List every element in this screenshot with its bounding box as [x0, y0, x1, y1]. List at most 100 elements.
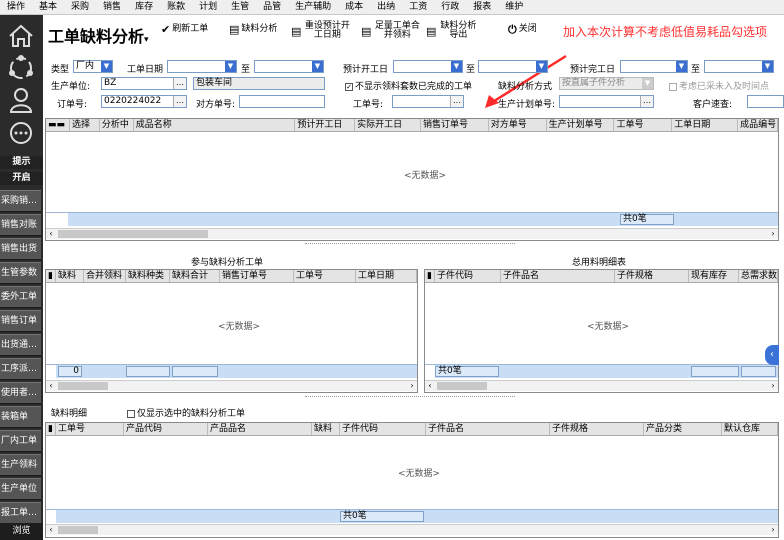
- menu-sales[interactable]: 销售: [96, 0, 128, 15]
- menu-cost[interactable]: 成本: [338, 0, 370, 15]
- chat-icon[interactable]: [6, 119, 36, 149]
- list-icon: ▤: [229, 23, 240, 36]
- refresh-button[interactable]: ✔ 刷新工单: [161, 24, 208, 35]
- chevron-right-icon[interactable]: ›: [407, 381, 417, 391]
- sidebar-item[interactable]: 委外工单: [0, 286, 41, 308]
- scroll-thumb[interactable]: [58, 230, 208, 238]
- sidebar-item[interactable]: 厂内工单: [0, 430, 41, 452]
- method-select[interactable]: 按直属子件分析 ▼: [559, 77, 654, 90]
- sidebar-item[interactable]: 生管参数: [0, 262, 41, 284]
- chevron-down-icon: ▼: [536, 61, 547, 72]
- wo-date-from[interactable]: ▼: [167, 60, 237, 73]
- menu-plan[interactable]: 计划: [192, 0, 224, 15]
- menu-reports[interactable]: 报表: [466, 0, 498, 15]
- chevron-right-icon[interactable]: ›: [768, 229, 778, 239]
- est-start-to[interactable]: ▼: [478, 60, 548, 73]
- chevron-left-icon[interactable]: ‹: [46, 525, 56, 535]
- network-icon[interactable]: [6, 53, 36, 83]
- checkbox-icon[interactable]: [669, 82, 677, 91]
- sidebar-item[interactable]: 采购销…: [0, 190, 41, 212]
- reset-start-date-button[interactable]: ▤ 重设预计开工日期: [291, 22, 351, 40]
- sidebar-item[interactable]: 报工单…: [0, 502, 41, 524]
- menu-admin[interactable]: 行政: [434, 0, 466, 15]
- checkbox-checked-icon[interactable]: ✓: [345, 82, 353, 91]
- sidebar-item[interactable]: 出货通…: [0, 334, 41, 356]
- chevron-left-icon[interactable]: ‹: [46, 229, 56, 239]
- menu-accounts[interactable]: 账款: [160, 0, 192, 15]
- footer-cell: [741, 366, 776, 377]
- wo-date-to[interactable]: ▼: [254, 60, 324, 73]
- cust-order-input[interactable]: [239, 95, 325, 108]
- menu-production[interactable]: 生管: [224, 0, 256, 15]
- order-input[interactable]: 0220224022…: [101, 95, 187, 108]
- sidebar-item[interactable]: 生产单位: [0, 478, 41, 500]
- consider-checkbox[interactable]: 考虑已采未入及时间点: [669, 79, 769, 92]
- menu-operate[interactable]: 操作: [0, 0, 32, 15]
- menu-cashier[interactable]: 出纳: [370, 0, 402, 15]
- scroll-thumb[interactable]: [58, 382, 108, 390]
- ellipsis-icon[interactable]: …: [450, 96, 463, 107]
- grid-footer: 共0笔: [46, 212, 778, 226]
- chevron-right-icon[interactable]: ›: [768, 381, 778, 391]
- merge-picking-button[interactable]: ▤ 足量工单合并领料: [361, 22, 421, 40]
- chevron-down-icon: ▼: [676, 61, 687, 72]
- wo-no-input[interactable]: …: [392, 95, 464, 108]
- shortage-analysis-button[interactable]: ▤ 缺料分析: [229, 23, 277, 36]
- cust-order-label: 对方单号:: [196, 100, 236, 110]
- horizontal-scrollbar[interactable]: ‹ ›: [46, 228, 778, 239]
- sidebar-open[interactable]: 开启: [0, 172, 43, 185]
- checkbox-icon[interactable]: [127, 409, 135, 418]
- only-selected-checkbox[interactable]: 仅显示选中的缺料分析工单: [127, 406, 245, 419]
- scroll-thumb[interactable]: [58, 526, 98, 534]
- home-icon[interactable]: [6, 21, 36, 51]
- scroll-thumb[interactable]: [437, 382, 487, 390]
- splitter[interactable]: [305, 243, 515, 247]
- sidebar-item[interactable]: 销售订单: [0, 310, 41, 332]
- est-finish-from[interactable]: ▼: [620, 60, 688, 73]
- hide-done-checkbox[interactable]: ✓ 不显示领料套数已完成的工单: [345, 79, 472, 92]
- menu-bar: 操作 基本 采购 销售 库存 账款 计划 生管 品管 生产辅助 成本 出纳 工资…: [0, 0, 784, 15]
- collapse-panel-icon[interactable]: ‹: [765, 345, 779, 365]
- export-button[interactable]: ▤ 缺料分析导出: [426, 22, 478, 40]
- est-start-from[interactable]: ▼: [393, 60, 463, 73]
- prod-unit-label: 生产单位:: [51, 82, 91, 92]
- menu-basic[interactable]: 基本: [32, 0, 64, 15]
- title-dropdown-icon[interactable]: ▾: [144, 35, 149, 45]
- splitter[interactable]: [305, 396, 515, 400]
- menu-prod-aux[interactable]: 生产辅助: [288, 0, 338, 15]
- sidebar: 提示 开启 采购销… 销售对账 销售出货 生管参数 委外工单 销售订单 出货通……: [0, 15, 43, 540]
- chevron-right-icon[interactable]: ›: [768, 525, 778, 535]
- est-finish-to[interactable]: ▼: [704, 60, 774, 73]
- shortage-detail-grid: ▮ 工单号 产品代码 产品品名 缺料 子件代码 子件品名 子件规格 产品分类 默…: [45, 422, 779, 538]
- type-select[interactable]: 厂内 ▼: [73, 60, 113, 73]
- sidebar-item[interactable]: 销售出货: [0, 238, 41, 260]
- menu-payroll[interactable]: 工资: [402, 0, 434, 15]
- ellipsis-icon[interactable]: …: [640, 96, 653, 107]
- wo-no-label: 工单号:: [353, 100, 384, 110]
- work-order-grid: ▬▬ 选择 分析中 成品名称 预计开工日 实际开工日 销售订单号 对方单号 生产…: [45, 118, 779, 241]
- sidebar-footer[interactable]: 浏览: [0, 523, 43, 540]
- chevron-left-icon[interactable]: ‹: [46, 381, 56, 391]
- horizontal-scrollbar[interactable]: ‹ ›: [425, 380, 778, 391]
- horizontal-scrollbar[interactable]: ‹ ›: [46, 380, 417, 391]
- left-panel-title: 参与缺料分析工单: [191, 258, 264, 268]
- menu-purchase[interactable]: 采购: [64, 0, 96, 15]
- cust-input[interactable]: [747, 95, 784, 108]
- sidebar-item[interactable]: 销售对账: [0, 214, 41, 236]
- grid-footer: 0: [46, 364, 417, 378]
- sidebar-item[interactable]: 装箱单: [0, 406, 41, 428]
- menu-inventory[interactable]: 库存: [128, 0, 160, 15]
- user-icon[interactable]: [6, 85, 36, 115]
- ellipsis-icon[interactable]: …: [173, 96, 186, 107]
- prod-unit-input[interactable]: BZ…: [101, 77, 187, 90]
- ellipsis-icon[interactable]: …: [173, 78, 186, 89]
- close-button[interactable]: ⏻ 关闭: [508, 24, 537, 35]
- sidebar-item[interactable]: 生产领料: [0, 454, 41, 476]
- sidebar-item[interactable]: 使用者…: [0, 382, 41, 404]
- sidebar-item[interactable]: 工序派…: [0, 358, 41, 380]
- chevron-left-icon[interactable]: ‹: [425, 381, 435, 391]
- menu-quality[interactable]: 品管: [256, 0, 288, 15]
- horizontal-scrollbar[interactable]: ‹ ›: [46, 524, 778, 535]
- plan-no-input[interactable]: …: [559, 95, 654, 108]
- menu-maintain[interactable]: 维护: [498, 0, 530, 15]
